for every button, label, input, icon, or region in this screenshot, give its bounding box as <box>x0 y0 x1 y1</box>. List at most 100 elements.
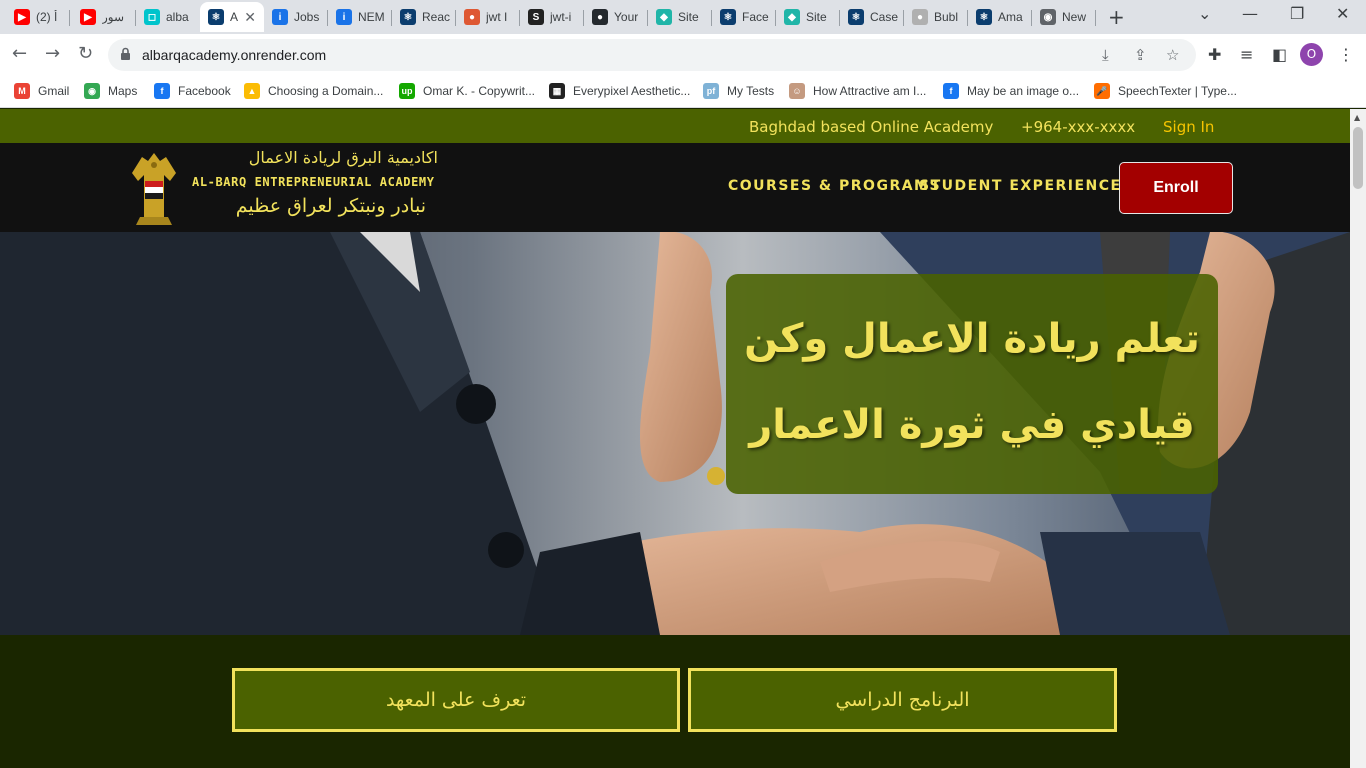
stackedit-icon: S <box>528 9 544 25</box>
lock-icon <box>121 47 130 60</box>
react-icon: ⚛ <box>208 9 224 25</box>
browser-tab[interactable]: ◉ New <box>1032 2 1096 32</box>
browser-tab[interactable]: ◆ Site <box>776 2 840 32</box>
bookmark-item[interactable]: pf My Tests <box>703 83 774 99</box>
install-app-icon[interactable]: ⤓ <box>1102 46 1109 64</box>
close-window-icon[interactable]: ✕ <box>1336 4 1349 23</box>
site-header: اكاديمية البرق لريادة الاعمال AL-BARQ EN… <box>0 143 1350 232</box>
speechtexter-icon: 🎤 <box>1094 83 1110 99</box>
tab-search-icon[interactable]: ⌄ <box>1198 4 1211 23</box>
tab-title: Case <box>870 10 899 24</box>
netlify-icon: ◆ <box>656 9 672 25</box>
youtube-icon: ▶ <box>80 9 96 25</box>
bookmark-item[interactable]: f Facebook <box>154 83 231 99</box>
brand-english-name: AL-BARQ ENTREPRENEURIAL ACADEMY <box>192 175 435 189</box>
study-program-button[interactable]: البرنامج الدراسي <box>688 668 1117 732</box>
tab-title: Jobs <box>294 10 320 24</box>
browser-tab[interactable]: ▶ (2) أ <box>6 2 70 32</box>
nav-courses-programs[interactable]: COURSES & PROGRAMS <box>728 178 941 194</box>
bookmark-item[interactable]: ▲ Choosing a Domain... <box>244 83 383 99</box>
browser-tab[interactable]: ● Bubl <box>904 2 968 32</box>
iraq-eagle-logo[interactable] <box>128 151 180 227</box>
media-control-icon[interactable]: ≡ <box>1240 45 1253 64</box>
bookmark-item[interactable]: 🎤 SpeechTexter | Type... <box>1094 83 1237 99</box>
scroll-up-arrow-icon[interactable]: ▲ <box>1354 113 1360 122</box>
react-icon: ⚛ <box>400 9 416 25</box>
tab-title: alba <box>166 10 189 24</box>
tab-title: Ama <box>998 10 1023 24</box>
forward-arrow-icon[interactable]: → <box>45 43 60 64</box>
cta-section: تعرف على المعهد البرنامج الدراسي <box>0 635 1350 768</box>
brand-arabic-name: اكاديمية البرق لريادة الاعمال <box>248 148 438 167</box>
bookmark-item[interactable]: ▦ Everypixel Aesthetic... <box>549 83 690 99</box>
tab-title: Site <box>678 10 699 24</box>
browser-tab[interactable]: ⚛ Reac <box>392 2 456 32</box>
bookmark-item[interactable]: up Omar K. - Copywrit... <box>399 83 535 99</box>
sign-in-link[interactable]: Sign In <box>1163 118 1214 136</box>
face-photo-icon: ☺ <box>789 83 805 99</box>
hero-headline-box: تعلم ريادة الاعمال وكن قيادي في ثورة الا… <box>726 274 1218 494</box>
bookmark-item[interactable]: f May be an image o... <box>943 83 1079 99</box>
browser-tab[interactable]: ● Your <box>584 2 648 32</box>
browser-tab[interactable]: ⚛ Case <box>840 2 904 32</box>
upwork-icon: up <box>399 83 415 99</box>
nav-student-experience[interactable]: STUDENT EXPERIENCE <box>919 178 1122 194</box>
profile-avatar[interactable]: O <box>1300 43 1323 66</box>
browser-tab[interactable]: ● jwt I <box>456 2 520 32</box>
page-scrollbar[interactable]: ▲ <box>1350 109 1366 768</box>
scroll-thumb[interactable] <box>1353 127 1363 189</box>
browser-tab[interactable]: ⚛ Face <box>712 2 776 32</box>
restore-icon[interactable]: ❐ <box>1290 4 1304 23</box>
close-tab-icon[interactable]: ✕ <box>244 9 256 26</box>
url-text: albarqacademy.onrender.com <box>142 47 327 63</box>
tab-title: سور <box>102 10 125 24</box>
share-icon[interactable]: ⇪ <box>1134 46 1147 64</box>
browser-tab[interactable]: ▶ سور <box>72 2 136 32</box>
about-institute-button[interactable]: تعرف على المعهد <box>232 668 680 732</box>
hero-banner: تعلم ريادة الاعمال وكن قيادي في ثورة الا… <box>0 232 1350 635</box>
back-arrow-icon[interactable]: ← <box>12 43 27 64</box>
browser-tab[interactable]: ⚛ A ✕ <box>200 2 264 32</box>
pf-icon: pf <box>703 83 719 99</box>
facebook-icon: f <box>943 83 959 99</box>
menu-kebab-icon[interactable]: ⋮ <box>1338 45 1354 64</box>
bookmark-label: Maps <box>108 84 138 98</box>
tab-title: jwt I <box>486 10 508 24</box>
everypixel-icon: ▦ <box>549 83 565 99</box>
browser-tab[interactable]: ◻ alba <box>136 2 200 32</box>
bookmark-star-icon[interactable]: ☆ <box>1166 46 1179 64</box>
duckduckgo-icon: ● <box>464 9 480 25</box>
new-tab-button[interactable]: + <box>1108 5 1125 29</box>
browser-tab[interactable]: i NEM <box>328 2 392 32</box>
bookmark-item[interactable]: ◉ Maps <box>84 83 137 99</box>
browser-tab[interactable]: ◆ Site <box>648 2 712 32</box>
github-icon: ● <box>592 9 608 25</box>
drive-icon: ▲ <box>244 83 260 99</box>
tab-strip: + ⌄ — ❐ ✕ ▶ (2) أ ▶ سور ◻ alba ⚛ A ✕ i Jobs i NEM ⚛ Re… <box>0 0 1366 34</box>
site-top-bar: Baghdad based Online Academy +964-xxx-xx… <box>0 109 1350 143</box>
browser-toolbar: ← → ↻ albarqacademy.onrender.com ⤓ ⇪ ☆ ✚… <box>0 34 1366 76</box>
bookmark-label: Choosing a Domain... <box>268 84 384 98</box>
address-bar[interactable]: albarqacademy.onrender.com ⤓ ⇪ ☆ <box>108 39 1196 71</box>
tab-separator <box>69 10 70 26</box>
bookmark-item[interactable]: M Gmail <box>14 83 69 99</box>
react-icon: ⚛ <box>976 9 992 25</box>
gmail-icon: M <box>14 83 30 99</box>
youtube-icon: ▶ <box>14 9 30 25</box>
reload-icon[interactable]: ↻ <box>78 43 93 64</box>
browser-tab[interactable]: Sjwt-i <box>520 2 584 32</box>
browser-tab[interactable]: i Jobs <box>264 2 328 32</box>
side-panel-icon[interactable]: ◧ <box>1272 45 1287 64</box>
enroll-button[interactable]: Enroll <box>1119 162 1233 214</box>
bookmarks-bar: M Gmail ◉ Maps f Facebook ▲ Choosing a Domain..… <box>0 76 1366 108</box>
minimize-icon[interactable]: — <box>1242 4 1258 23</box>
bookmark-item[interactable]: ☺ How Attractive am I... <box>789 83 926 99</box>
extensions-icon[interactable]: ✚ <box>1208 45 1221 64</box>
react-icon: ⚛ <box>848 9 864 25</box>
chrome-icon: ◉ <box>1040 9 1056 25</box>
render-icon: ◻ <box>144 9 160 25</box>
info-icon: i <box>336 9 352 25</box>
browser-tab[interactable]: ⚛ Ama <box>968 2 1032 32</box>
tab-title: jwt-i <box>550 10 572 24</box>
facebook-icon: f <box>154 83 170 99</box>
